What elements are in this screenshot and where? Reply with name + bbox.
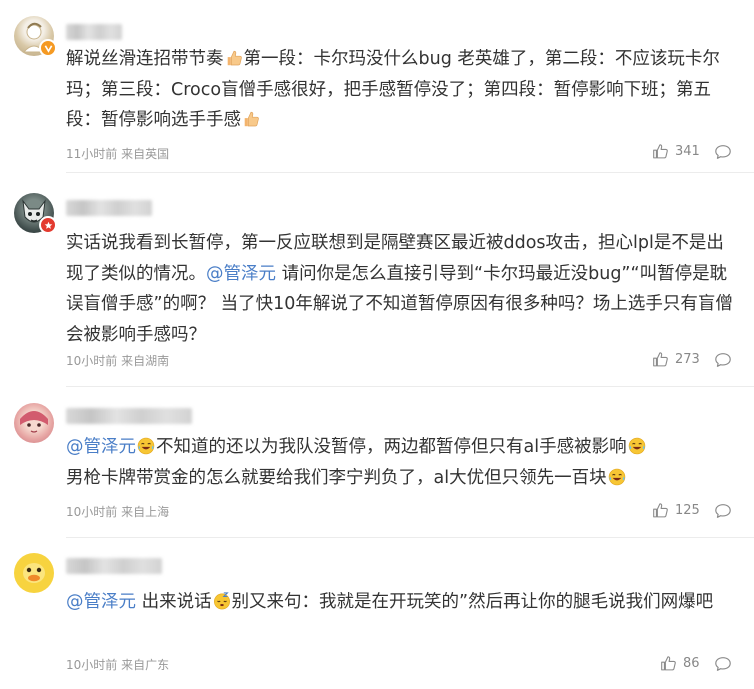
laughing-crying-emoji-icon: [608, 468, 626, 486]
thumbs-up-icon: [652, 502, 669, 519]
comment-item: 解说丝滑连招带节奏 第一段：卡尔玛没什么bug 老英雄了，第二段：不应该玩卡尔玛；…: [0, 0, 754, 173]
username-blurred[interactable]: [66, 200, 152, 216]
like-button[interactable]: 125: [652, 502, 700, 519]
avatar[interactable]: [14, 403, 54, 443]
laughing-crying-emoji-icon: [628, 437, 646, 455]
like-count: 341: [675, 144, 700, 159]
avatar[interactable]: [14, 193, 57, 234]
sleepy-emoji-icon: [213, 592, 231, 610]
mention-link[interactable]: @管泽元: [206, 264, 276, 284]
mention-link[interactable]: @管泽元: [66, 437, 136, 457]
verified-badge-icon: [39, 39, 57, 57]
comment-meta: 10小时前 来自上海: [66, 505, 170, 519]
avatar[interactable]: [14, 16, 57, 57]
comment-text: 解说丝滑连招带节奏 第一段：卡尔玛没什么bug 老英雄了，第二段：不应该玩卡尔玛；…: [66, 49, 720, 130]
divider: [66, 537, 754, 538]
reply-icon[interactable]: [714, 655, 732, 673]
like-count: 125: [675, 503, 700, 518]
divider: [66, 386, 754, 387]
comment-meta: 10小时前 来自湖南: [66, 354, 170, 368]
mention-link[interactable]: @管泽元: [66, 592, 136, 612]
reply-icon[interactable]: [714, 351, 732, 369]
thumbs-up-icon: [652, 143, 669, 160]
comment-meta: 10小时前 来自广东: [66, 658, 170, 672]
comment-meta: 11小时前 来自英国: [66, 147, 170, 161]
thumbs-up-icon: [652, 351, 669, 368]
like-button[interactable]: 86: [660, 655, 700, 672]
like-button[interactable]: 273: [652, 351, 700, 368]
username-blurred[interactable]: [66, 558, 162, 574]
like-button[interactable]: 341: [652, 143, 700, 160]
username-blurred[interactable]: [66, 24, 122, 40]
like-count: 86: [683, 656, 700, 671]
like-count: 273: [675, 352, 700, 367]
reply-icon[interactable]: [714, 143, 732, 161]
verified-badge-icon: [39, 216, 57, 234]
comment-text: @管泽元 不知道的还以为我队没暂停，两边都暂停但只有al手感被影响 男枪卡牌带赏金…: [66, 432, 738, 493]
thumbs-up-icon: [660, 655, 677, 672]
avatar[interactable]: [14, 553, 54, 593]
laughing-crying-emoji-icon: [137, 437, 155, 455]
comment-text: @管泽元 出来说话 别又来句：我就是在开玩笑的”然后再让你的腿毛说我们网爆吧: [66, 592, 714, 612]
thumbs-up-emoji-icon: [225, 49, 243, 67]
thumbs-up-emoji-icon: [242, 110, 260, 128]
reply-icon[interactable]: [714, 502, 732, 520]
comment-text: 实话说我看到长暂停，第一反应联想到是隔壁赛区最近被ddos攻击，担心lpl是不是…: [66, 233, 733, 345]
divider: [66, 172, 754, 173]
username-blurred[interactable]: [66, 408, 192, 424]
